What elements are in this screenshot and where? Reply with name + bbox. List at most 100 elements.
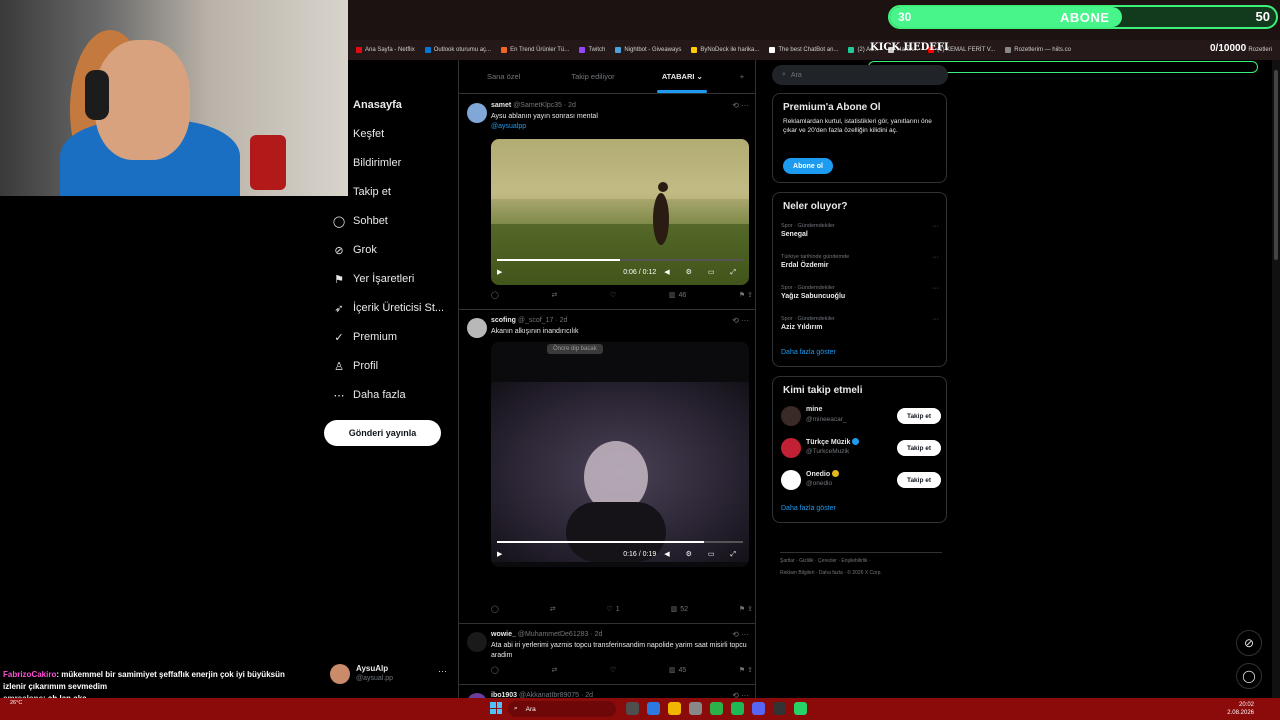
nav-item-chat-bubble[interactable]: ◯ Sohbet — [318, 210, 388, 232]
video-player[interactable]: Öncre dip bacak ▶ 0:16 / 0:19 ◀ ⚙ ▭ ⤢ — [491, 342, 749, 567]
taskbar-app-icon[interactable] — [773, 702, 786, 715]
nav-item-person-plus[interactable]: ☺Takip et — [318, 181, 391, 203]
add-tab-icon[interactable]: + — [727, 60, 755, 93]
follow-suggestion[interactable]: mine @mineeacar_ Takip et — [781, 404, 941, 430]
avatar[interactable] — [467, 632, 487, 652]
bookmark-icon[interactable]: ⚑ ⇪ — [739, 291, 753, 299]
trend-item[interactable]: Spor · Gündemdekiler Senegal ··· — [781, 223, 941, 238]
footer-line-2[interactable]: Reklam Bilgileri · Daha fazla · © 2026 X… — [780, 567, 945, 579]
taskbar-search[interactable]: ⌕ Ara — [508, 701, 616, 717]
video-control-icons[interactable]: ◀ ⚙ ▭ ⤢ — [664, 268, 743, 277]
nav-item-rocket[interactable]: ➶ İçerik Üreticisi St... — [318, 297, 444, 319]
follow-suggestion[interactable]: Türkçe Müzik @TurkceMuzik Takip et — [781, 436, 941, 462]
tab-1[interactable]: Takip ediliyor — [548, 60, 637, 93]
video-player[interactable]: ▶ 0:06 / 0:12 ◀ ⚙ ▭ ⤢ — [491, 139, 749, 285]
grok-icon[interactable]: ⊘ — [1236, 630, 1262, 656]
post-author[interactable]: wowie_ — [491, 631, 516, 638]
nav-item-more-circle[interactable]: ⋯ Daha fazla — [318, 384, 406, 406]
page-scrollbar[interactable] — [1272, 60, 1280, 700]
bookmark-item[interactable]: Twitch — [579, 47, 605, 53]
windows-start-icon[interactable] — [490, 702, 502, 714]
like-icon[interactable]: ♡ — [610, 666, 616, 674]
taskbar-app-icon[interactable] — [752, 702, 765, 715]
nav-item-search[interactable]: ⌕Keşfet — [318, 123, 384, 145]
post-options-icon[interactable]: ⟲ ··· — [732, 316, 749, 325]
video-progress-bar[interactable] — [497, 541, 743, 543]
nav-item-bookmark[interactable]: ⚑ Yer İşaretleri — [318, 268, 414, 290]
trend-item[interactable]: Spor · Gündemdekiler Yağız Sabuncuoğlu ··· — [781, 285, 941, 300]
post-options-icon[interactable]: ⟲ ··· — [732, 101, 749, 110]
repost-icon[interactable]: ⇄ — [551, 291, 557, 299]
system-clock[interactable]: 20:02 2.08.2026 — [1227, 701, 1254, 717]
bookmark-item[interactable]: En Trend Ürünler Tü... — [501, 47, 569, 53]
taskbar-app-icon[interactable] — [731, 702, 744, 715]
follow-button[interactable]: Takip et — [897, 472, 941, 488]
search-input[interactable]: ⌕ Ara — [772, 65, 948, 85]
suggestion-name[interactable]: Türkçe Müzik — [806, 438, 860, 446]
post-author[interactable]: samet — [491, 102, 511, 109]
like-icon[interactable]: ♡ — [610, 291, 616, 299]
views-icon[interactable]: ▥ 45 — [669, 666, 686, 675]
reply-icon[interactable]: ◯ — [491, 291, 499, 299]
like-icon[interactable]: ♡ 1 — [607, 605, 620, 614]
trend-item[interactable]: Spor · Gündemdekiler Aziz Yıldırım ··· — [781, 316, 941, 331]
bookmark-item[interactable]: ByNoDeck ile harika... — [691, 47, 759, 53]
messages-icon[interactable]: ◯ — [1236, 663, 1262, 689]
more-icon[interactable]: ··· — [932, 285, 939, 292]
taskbar-app-icon[interactable] — [689, 702, 702, 715]
taskbar-app-icon[interactable] — [710, 702, 723, 715]
follow-button[interactable]: Takip et — [897, 408, 941, 424]
avatar[interactable] — [781, 470, 801, 490]
taskbar-app-icon[interactable] — [647, 702, 660, 715]
taskbar-app-icon[interactable] — [794, 702, 807, 715]
play-icon[interactable]: ▶ — [497, 550, 511, 558]
reply-icon[interactable]: ◯ — [491, 666, 499, 674]
bookmark-icon[interactable]: ⚑ ⇪ — [739, 605, 753, 613]
post-options-icon[interactable]: ⟲ ··· — [732, 630, 749, 639]
follow-suggestion[interactable]: Onedio @onedio Takip et — [781, 468, 941, 494]
video-progress-bar[interactable] — [497, 259, 743, 261]
video-control-icons[interactable]: ◀ ⚙ ▭ ⤢ — [664, 550, 743, 559]
nav-item-grok[interactable]: ⊘ Grok — [318, 239, 376, 261]
trend-item[interactable]: Türkiye tarihinde gündemde Erdal Özdemir ·… — [781, 254, 941, 269]
more-icon[interactable]: ··· — [438, 666, 447, 676]
mention-link[interactable]: @aysualpp — [491, 122, 751, 132]
more-icon[interactable]: ··· — [932, 254, 939, 261]
play-icon[interactable]: ▶ — [497, 268, 511, 276]
more-icon[interactable]: ··· — [932, 223, 939, 230]
subscribe-button[interactable]: Abone ol — [783, 158, 833, 174]
bookmark-item[interactable]: Ana Sayfa - Netflix — [356, 47, 415, 53]
post-author[interactable]: scofing — [491, 317, 516, 324]
repost-icon[interactable]: ⇄ — [551, 666, 557, 674]
follow-button[interactable]: Takip et — [897, 440, 941, 456]
post[interactable]: wowie_ @MuhammetDe61283 · 2d ⟲ ··· Ata a… — [459, 624, 755, 685]
repost-icon[interactable]: ⇄ — [550, 605, 556, 613]
post-button[interactable]: Gönderi yayınla — [324, 420, 441, 446]
bookmark-item[interactable]: Nightbot - Giveaways — [615, 47, 681, 53]
nav-item-profile[interactable]: ♙ Profil — [318, 355, 378, 377]
nav-item-home[interactable]: ⌂Anasayfa — [318, 94, 402, 116]
reply-icon[interactable]: ◯ — [491, 605, 499, 613]
tab-0[interactable]: Sana özel — [459, 60, 548, 93]
who-show-more-link[interactable]: Daha fazla göster — [781, 505, 836, 512]
account-switcher[interactable]: AysuAlp @aysual.pp ··· — [330, 662, 455, 688]
avatar[interactable] — [781, 406, 801, 426]
suggestion-name[interactable]: mine — [806, 406, 822, 413]
tab-2[interactable]: ATABARI ⌄ — [638, 60, 727, 93]
taskbar-app-icon[interactable] — [626, 702, 639, 715]
more-icon[interactable]: ··· — [932, 316, 939, 323]
nav-item-premium[interactable]: ✓ Premium — [318, 326, 397, 348]
views-icon[interactable]: ▥ 46 — [669, 291, 686, 300]
bookmark-item[interactable]: The best ChatBot an... — [769, 47, 838, 53]
scrollbar-thumb[interactable] — [1274, 70, 1278, 260]
bookmark-icon[interactable]: ⚑ ⇪ — [739, 666, 753, 674]
avatar[interactable] — [467, 318, 487, 338]
bookmark-item[interactable]: Outlook oturumu aç... — [424, 47, 491, 53]
nav-item-bell[interactable]: ♪Bildirimler — [318, 152, 401, 174]
avatar[interactable] — [781, 438, 801, 458]
suggestion-name[interactable]: Onedio — [806, 470, 840, 478]
views-icon[interactable]: ▥ 52 — [671, 605, 688, 614]
post[interactable]: samet @SametKlpc35 · 2d ⟲ ··· Aysu ablan… — [459, 95, 755, 310]
taskbar-app-icon[interactable] — [668, 702, 681, 715]
trends-show-more-link[interactable]: Daha fazla göster — [781, 349, 836, 356]
